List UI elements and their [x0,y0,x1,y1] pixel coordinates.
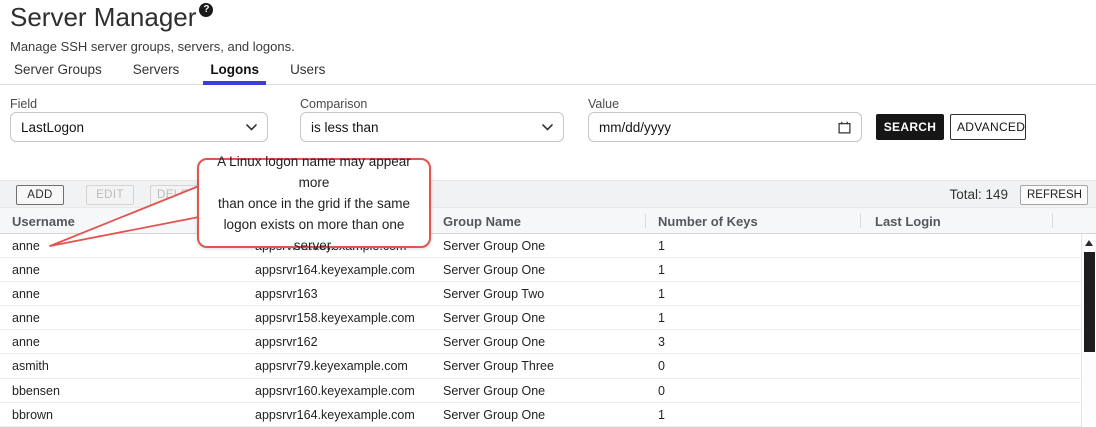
table-row[interactable]: anne appsrvr163 Server Group Two 1 [0,282,1081,306]
page-subtitle: Manage SSH server groups, servers, and l… [10,39,295,54]
cell-username: anne [12,311,40,325]
comparison-select-value: is less than [311,120,379,135]
cell-group: Server Group One [443,384,545,398]
value-label: Value [588,97,619,111]
comparison-select[interactable]: is less than [300,112,564,142]
scroll-up-arrow-icon[interactable] [1085,240,1093,246]
calendar-icon[interactable] [838,121,851,134]
cell-keys: 1 [658,287,665,301]
cell-group: Server Group Two [443,287,544,301]
table-row[interactable]: bbrown appsrvr164.keyexample.com Server Gr… [0,403,1081,427]
grid-toolbar: ADD EDIT DELETE Total: 149 REFRESH [0,180,1096,207]
cell-group: Server Group One [443,408,545,422]
table-row[interactable]: anne appsrvr162 Server Group One 3 [0,330,1081,354]
callout-line: than once in the grid if the same [203,193,425,214]
field-label: Field [10,97,37,111]
table-row[interactable]: asmith appsrvr79.keyexample.com Server Gro… [0,354,1081,378]
cell-group: Server Group One [443,239,545,253]
table-row[interactable]: anneappsrvr….keyexample.comServer Group … [0,234,1081,258]
cell-keys: 0 [658,359,665,373]
cell-group: Server Group One [443,335,545,349]
vertical-scrollbar[interactable] [1081,234,1096,427]
tab-server-groups[interactable]: Server Groups [12,58,104,84]
column-header-username[interactable]: Username [12,214,75,229]
cell-keys: 1 [658,263,665,277]
column-divider [645,214,646,228]
cell-username: bbrown [12,408,53,422]
callout-line: logon exists on more than one server. [203,214,425,256]
field-select-value: LastLogon [21,120,84,135]
cell-server: appsrvr160.keyexample.com [255,384,415,398]
cell-group: Server Group One [443,263,545,277]
column-header-group-name[interactable]: Group Name [443,214,521,229]
add-button[interactable]: ADD [16,185,64,205]
edit-button[interactable]: EDIT [86,185,134,205]
cell-server: appsrvr163 [255,287,318,301]
cell-username: anne [12,287,40,301]
table-row[interactable]: anne appsrvr158.keyexample.com Server Grou… [0,306,1081,330]
page-title-text: Server Manager [10,2,196,32]
column-divider [860,214,861,228]
advanced-button[interactable]: ADVANCED [950,114,1026,140]
table-row[interactable]: anne appsrvr164.keyexample.com Server Grou… [0,258,1081,282]
table-header: Username Group Name Number of Keys Last … [0,207,1096,234]
chevron-down-icon [542,124,553,131]
cell-username: anne [12,239,40,253]
cell-keys: 1 [658,408,665,422]
tab-logons[interactable]: Logons [208,58,261,84]
chevron-down-icon [246,124,257,131]
cell-username: bbensen [12,384,60,398]
cell-server: appsrvr79.keyexample.com [255,359,408,373]
cell-group: Server Group Three [443,359,554,373]
cell-keys: 0 [658,384,665,398]
cell-group: Server Group One [443,311,545,325]
column-header-number-of-keys[interactable]: Number of Keys [658,214,758,229]
help-icon[interactable]: ? [199,3,213,17]
cell-server: appsrvr164.keyexample.com [255,263,415,277]
total-count: Total: 149 [949,187,1008,202]
refresh-button[interactable]: REFRESH [1020,185,1088,205]
search-button[interactable]: SEARCH [876,114,944,140]
tab-bar: Server Groups Servers Logons Users [0,60,1096,85]
cell-username: asmith [12,359,49,373]
column-header-last-login[interactable]: Last Login [875,214,941,229]
table-row[interactable]: bbensen appsrvr160.keyexample.com Server G… [0,379,1081,403]
field-select[interactable]: LastLogon [10,112,268,142]
date-placeholder: mm/dd/yyyy [599,120,671,135]
cell-server: appsrvr158.keyexample.com [255,311,415,325]
column-divider [1052,214,1053,228]
cell-keys: 1 [658,239,665,253]
cell-keys: 3 [658,335,665,349]
cell-username: anne [12,263,40,277]
scrollbar-thumb[interactable] [1084,252,1095,352]
cell-server: appsrvr162 [255,335,318,349]
date-value-input[interactable]: mm/dd/yyyy [588,112,862,142]
comparison-label: Comparison [300,97,367,111]
cell-keys: 1 [658,311,665,325]
cell-server: appsrvr164.keyexample.com [255,408,415,422]
table-body: anneappsrvr….keyexample.comServer Group … [0,234,1081,427]
callout-line: A Linux logon name may appear more [203,151,425,193]
annotation-callout: A Linux logon name may appear more than … [197,158,431,248]
tab-servers[interactable]: Servers [131,58,182,84]
server-manager-screen: Server Manager? Manage SSH server groups… [0,0,1096,427]
tab-users[interactable]: Users [288,58,327,84]
page-title: Server Manager? [10,2,213,33]
cell-username: anne [12,335,40,349]
